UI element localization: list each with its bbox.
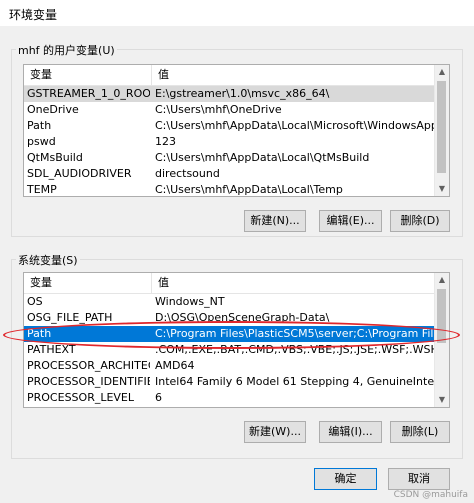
ok-button[interactable]: 确定	[314, 468, 377, 490]
user-variables-label: mhf 的用户变量(U)	[16, 42, 117, 58]
user-variables-list[interactable]: 变量 值 GSTREAMER_1_0_ROOT_... E:\gstreamer\…	[23, 64, 450, 197]
list-item[interactable]: OS Windows_NT	[24, 294, 435, 310]
variable-value: AMD64	[155, 359, 195, 372]
user-delete-button[interactable]: 删除(D)	[390, 210, 450, 232]
variable-value: 123	[155, 135, 176, 148]
system-delete-button[interactable]: 删除(L)	[390, 421, 450, 443]
watermark-text: CSDN @mahuifa	[393, 490, 468, 500]
list-item[interactable]: SDL_AUDIODRIVER directsound	[24, 166, 435, 182]
variable-name: PROCESSOR_IDENTIFIER	[27, 375, 150, 388]
variable-name: pswd	[27, 135, 56, 148]
variable-value: D:\OSG\OpenSceneGraph-Data\	[155, 311, 330, 324]
list-item[interactable]: PROCESSOR_LEVEL 6	[24, 390, 435, 406]
column-header-variable[interactable]: 变量	[24, 65, 152, 85]
column-header-value[interactable]: 值	[152, 273, 435, 293]
user-list-scrollbar[interactable]: ▲ ▼	[434, 65, 449, 196]
variable-value: 6	[155, 391, 162, 404]
list-item-selected[interactable]: Path C:\Program Files\PlasticSCM5\server;…	[24, 326, 435, 342]
cancel-button[interactable]: 取消	[388, 468, 450, 490]
title-bar: 环境变量	[0, 0, 474, 26]
variable-value: Intel64 Family 6 Model 61 Stepping 4, Ge…	[155, 375, 435, 388]
column-header-variable[interactable]: 变量	[24, 273, 152, 293]
scroll-thumb[interactable]	[437, 289, 446, 343]
scroll-up-arrow-icon[interactable]: ▲	[435, 273, 449, 287]
variable-name: OS	[27, 295, 43, 308]
variable-value: Windows_NT	[155, 295, 225, 308]
scroll-down-arrow-icon[interactable]: ▼	[435, 393, 449, 407]
system-new-button[interactable]: 新建(W)...	[244, 421, 306, 443]
variable-name: OSG_FILE_PATH	[27, 311, 113, 324]
variable-name: SDL_AUDIODRIVER	[27, 167, 132, 180]
variable-value: .COM;.EXE;.BAT;.CMD;.VBS;.VBE;.JS;.JSE;.…	[155, 343, 435, 356]
variable-value: C:\Users\mhf\AppData\Local\Microsoft\Win…	[155, 119, 435, 132]
variable-name: PATHEXT	[27, 343, 76, 356]
variable-name: OneDrive	[27, 103, 79, 116]
user-edit-button[interactable]: 编辑(E)...	[319, 210, 382, 232]
scroll-down-arrow-icon[interactable]: ▼	[435, 182, 449, 196]
user-list-header: 变量 值	[24, 65, 435, 86]
variable-value: directsound	[155, 167, 220, 180]
system-list-header: 变量 值	[24, 273, 435, 294]
variable-value: E:\gstreamer\1.0\msvc_x86_64\	[155, 87, 330, 100]
scroll-thumb[interactable]	[437, 81, 446, 173]
list-item[interactable]: Path C:\Users\mhf\AppData\Local\Microsoft…	[24, 118, 435, 134]
system-list-scrollbar[interactable]: ▲ ▼	[434, 273, 449, 407]
list-item[interactable]: PROCESSOR_IDENTIFIER Intel64 Family 6 Mod…	[24, 374, 435, 390]
column-header-value[interactable]: 值	[152, 65, 435, 85]
list-item[interactable]: OSG_FILE_PATH D:\OSG\OpenSceneGraph-Data\	[24, 310, 435, 326]
variable-name: Path	[27, 327, 52, 340]
variable-value: C:\Users\mhf\AppData\Local\Temp	[155, 183, 343, 196]
variable-name: GSTREAMER_1_0_ROOT_...	[27, 87, 150, 100]
variable-name: PROCESSOR_LEVEL	[27, 391, 135, 404]
variable-name: Path	[27, 119, 52, 132]
list-item[interactable]: TEMP C:\Users\mhf\AppData\Local\Temp	[24, 182, 435, 196]
variable-value: C:\Program Files\PlasticSCM5\server;C:\P…	[155, 327, 435, 340]
variable-value: C:\Users\mhf\OneDrive	[155, 103, 282, 116]
window-title: 环境变量	[9, 8, 58, 22]
system-edit-button[interactable]: 编辑(I)...	[319, 421, 382, 443]
variable-name: QtMsBuild	[27, 151, 83, 164]
system-variables-label: 系统变量(S)	[16, 252, 80, 268]
user-new-button[interactable]: 新建(N)...	[244, 210, 306, 232]
list-item[interactable]: OneDrive C:\Users\mhf\OneDrive	[24, 102, 435, 118]
variable-name: TEMP	[27, 183, 57, 196]
list-item[interactable]: QtMsBuild C:\Users\mhf\AppData\Local\QtMs…	[24, 150, 435, 166]
system-variables-list[interactable]: 变量 值 OS Windows_NT OSG_FILE_PATH D:\OSG\Op…	[23, 272, 450, 408]
variable-value: C:\Users\mhf\AppData\Local\QtMsBuild	[155, 151, 370, 164]
scroll-up-arrow-icon[interactable]: ▲	[435, 65, 449, 79]
list-item[interactable]: pswd 123	[24, 134, 435, 150]
list-item[interactable]: PROCESSOR_ARCHITECT... AMD64	[24, 358, 435, 374]
list-item[interactable]: GSTREAMER_1_0_ROOT_... E:\gstreamer\1.0\m…	[24, 86, 435, 102]
list-item[interactable]: PATHEXT .COM;.EXE;.BAT;.CMD;.VBS;.VBE;.JS…	[24, 342, 435, 358]
variable-name: PROCESSOR_ARCHITECT...	[27, 359, 150, 372]
